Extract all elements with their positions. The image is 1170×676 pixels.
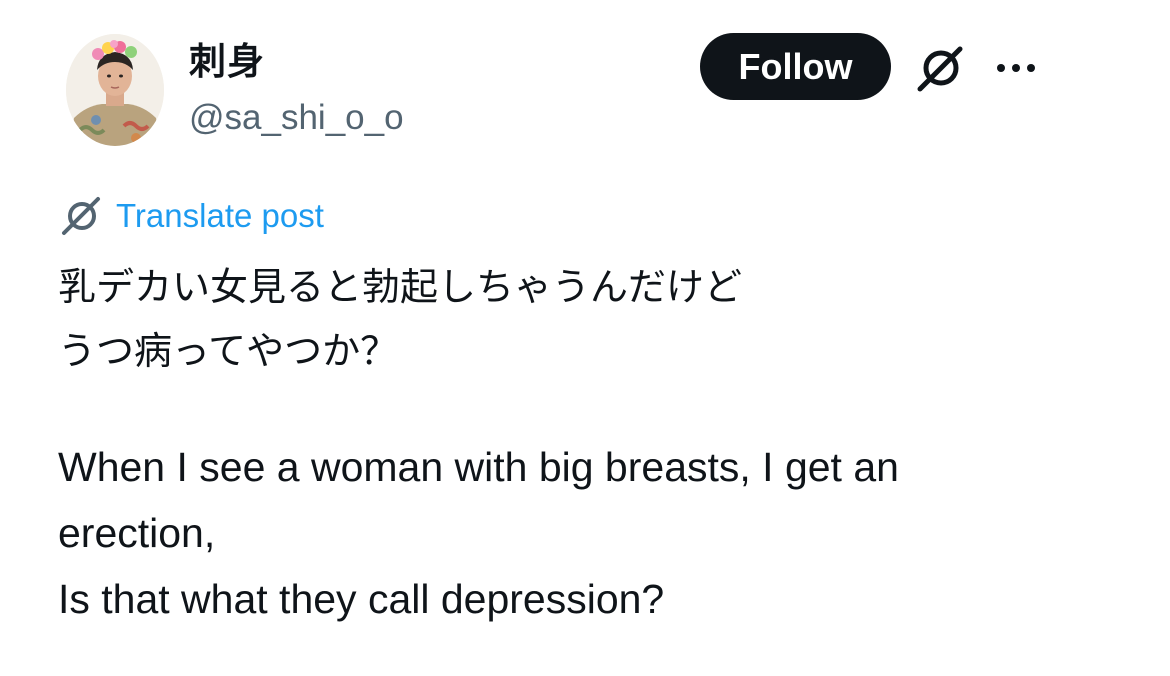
post-text-original: 乳デカい女見ると勃起しちゃうんだけど うつ病ってやつか？	[58, 255, 1118, 383]
profile-avatar-image	[66, 34, 164, 146]
user-handle[interactable]: @sa_shi_o_o	[189, 96, 404, 140]
avatar[interactable]	[66, 34, 164, 146]
translate-post-label: Translate post	[116, 197, 324, 234]
post-text-translated: When I see a woman with big breasts, I g…	[58, 434, 1118, 632]
post-text-line: When I see a woman with big breasts, I g…	[58, 444, 899, 490]
translate-post-link[interactable]: Translate post	[58, 193, 324, 239]
post-text-line: 乳デカい女見ると勃起しちゃうんだけど	[58, 265, 743, 309]
post-card: 刺身 @sa_shi_o_o Follow Translate post 乳デカ…	[0, 0, 1170, 676]
post-text-line: うつ病ってやつか？	[58, 329, 399, 373]
grok-translate-icon	[58, 193, 106, 239]
post-text-line: Is that what they call depression?	[58, 576, 665, 622]
display-name[interactable]: 刺身	[189, 38, 265, 86]
grok-icon[interactable]	[913, 40, 969, 96]
follow-button[interactable]: Follow	[700, 33, 891, 100]
more-dots-icon[interactable]	[990, 48, 1042, 88]
post-text-line: erection,	[58, 510, 216, 556]
